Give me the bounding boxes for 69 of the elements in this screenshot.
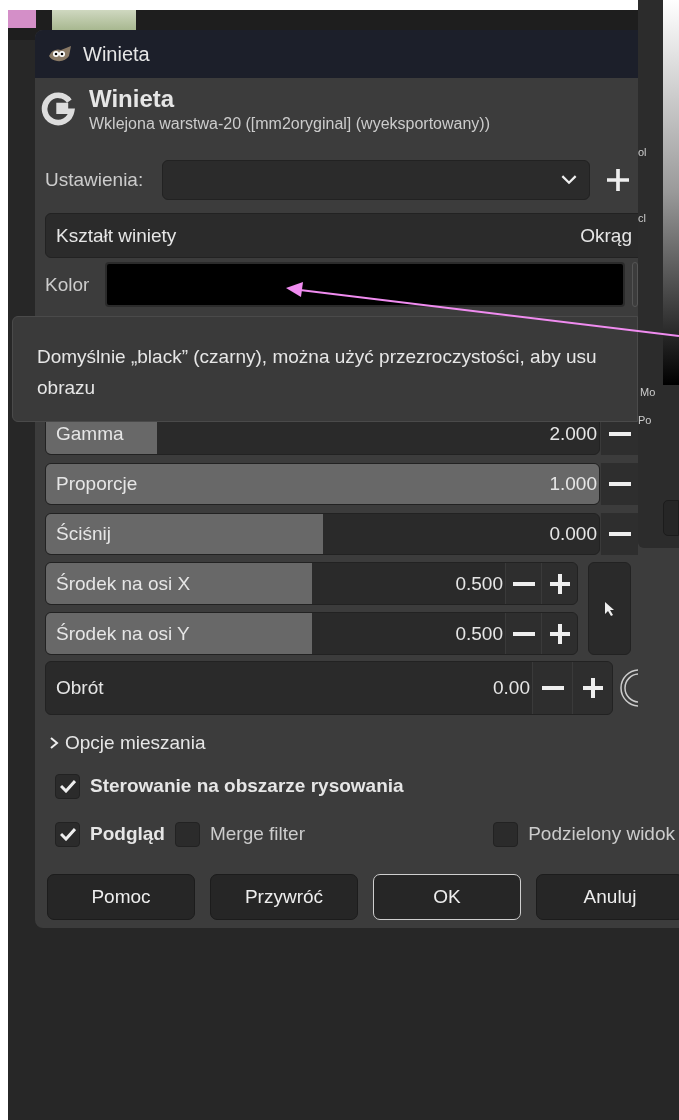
slider-label: Obrót [55, 677, 105, 699]
dialog-button[interactable]: Przywróć [210, 874, 358, 920]
plus-button[interactable] [541, 563, 577, 604]
checkbox-label: Sterowanie na obszarze rysowania [90, 775, 404, 797]
slider-label: Ściśnij [55, 523, 112, 545]
checkbox[interactable] [55, 821, 80, 847]
plus-button[interactable] [541, 613, 577, 654]
panel-label: Po [638, 414, 652, 426]
slider-value: 0.500 [455, 622, 504, 645]
dialog-button[interactable]: Anuluj [536, 874, 679, 920]
slider-label: Proporcje [55, 473, 139, 495]
add-icon[interactable] [607, 169, 629, 191]
checkbox-label: Podgląd [90, 823, 165, 845]
slider-label: Gamma [55, 423, 125, 445]
slider-value: 0.000 [549, 523, 598, 545]
slider[interactable]: Środek na osi X 0.500 [45, 562, 578, 605]
dialog-button[interactable]: Pomoc [47, 874, 195, 920]
logo-icon [41, 92, 75, 126]
thumbnail [8, 10, 36, 28]
plus-icon [549, 573, 570, 594]
window-title: Winieta [83, 42, 150, 66]
field-label: Ustawienia: [45, 169, 145, 191]
slider[interactable]: Obrót 0.00 [45, 661, 613, 715]
minus-button[interactable] [532, 662, 572, 714]
minus-icon [608, 482, 631, 486]
minus-button[interactable] [505, 613, 541, 654]
slider-value: 2.000 [549, 423, 598, 445]
panel-label: cl [638, 212, 646, 224]
minus-button[interactable] [600, 513, 638, 555]
plus-button[interactable] [572, 662, 612, 714]
field-label: Kolor [45, 273, 91, 296]
minus-icon [608, 532, 631, 536]
slider[interactable]: Proporcje 1.000 [45, 463, 600, 505]
chevron-down-icon [561, 175, 577, 185]
dialog-button[interactable]: OK [373, 874, 521, 920]
plus-icon [549, 623, 570, 644]
pointer-icon [603, 600, 616, 617]
layer-name: Wklejona warstwa-20 ([mm2oryginal] (wyeksportowany)) [89, 115, 491, 133]
checkmark-icon [59, 827, 76, 841]
tooltip-text: obrazu [37, 376, 96, 400]
checkbox[interactable] [55, 773, 80, 799]
panel-label: ol [638, 146, 647, 158]
minus-icon [608, 432, 631, 436]
checkmark-icon [59, 779, 76, 793]
color-swatch[interactable] [105, 262, 625, 307]
slider-value: 0.500 [455, 572, 504, 595]
chevron-right-icon[interactable] [49, 736, 59, 750]
minus-icon [512, 631, 535, 636]
tooltip-text: Domyślnie „black” (czarny), można użyć przezroczystości, aby usu [37, 345, 597, 369]
checkbox-label: Merge filter [209, 823, 305, 845]
minus-button[interactable] [505, 563, 541, 604]
minus-button[interactable] [600, 463, 638, 505]
minus-icon [512, 581, 535, 586]
checkbox[interactable] [493, 821, 519, 847]
panel-label: Mo [640, 386, 656, 398]
checkbox[interactable] [174, 821, 200, 847]
slider-label: Środek na osi X [55, 572, 192, 595]
filter-title: Winieta [89, 85, 176, 113]
minus-icon [541, 686, 564, 690]
slider-value: 0.00 [493, 677, 531, 699]
shape-dropdown[interactable]: Kształt winiety Okrąg [45, 213, 638, 258]
slider[interactable]: Środek na osi Y 0.500 [45, 612, 578, 655]
plus-icon [582, 678, 603, 698]
blend-options-expander[interactable]: Opcje mieszania [65, 732, 206, 754]
checkbox-label: Podzielony widok [528, 823, 675, 845]
slider-label: Środek na osi Y [55, 622, 191, 645]
dial-icon[interactable] [620, 668, 638, 708]
slider[interactable]: Ściśnij 0.000 [45, 513, 600, 555]
slider-value: 1.000 [549, 473, 598, 495]
